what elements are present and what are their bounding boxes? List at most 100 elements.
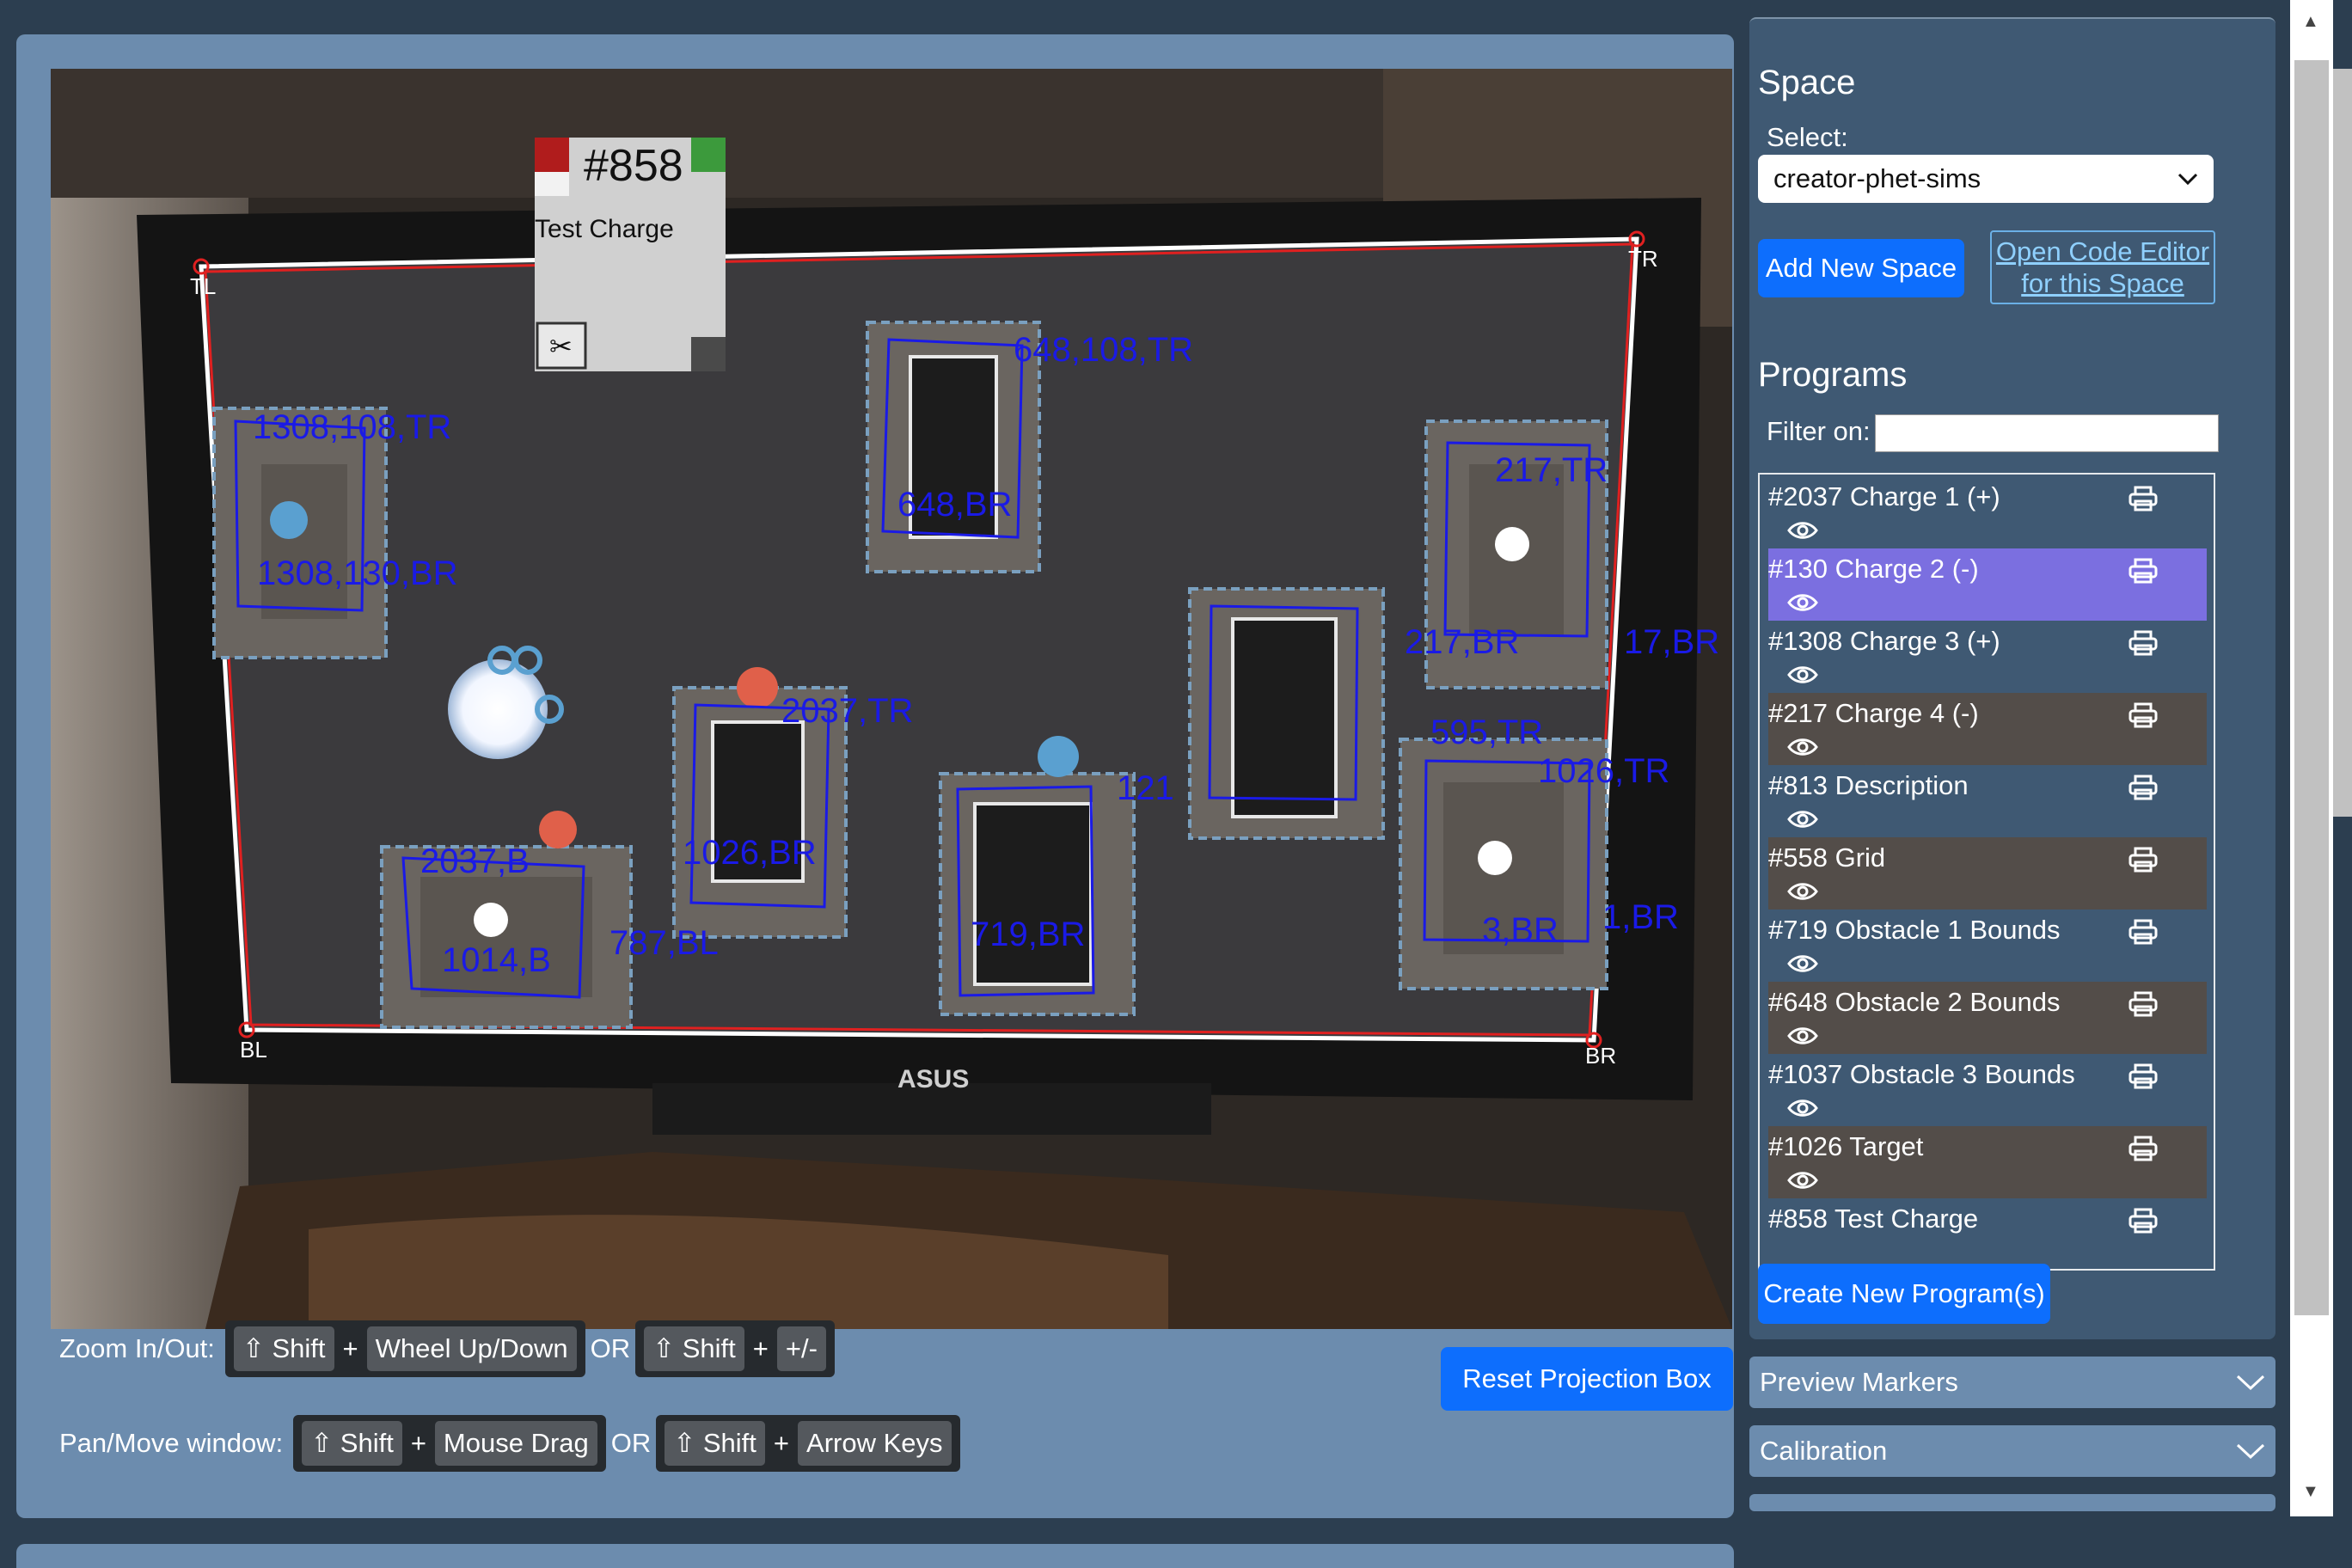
scroll-down-arrow-icon[interactable]: ▼	[2302, 1482, 2319, 1502]
code-editor-link-line1: Open Code Editor	[1995, 236, 2210, 266]
chevron-down-icon	[2177, 173, 2198, 186]
accordion-calibration[interactable]: Calibration	[1749, 1425, 2275, 1477]
overlay-label: 2037,TR	[781, 692, 913, 730]
overlay-label: 217,TR	[1495, 451, 1608, 489]
overlay-label: 1308,108,TR	[253, 408, 451, 446]
or-text: OR	[610, 1428, 652, 1458]
overlay-label: 2037,B	[420, 842, 530, 880]
scroll-up-arrow-icon[interactable]: ▲	[2302, 12, 2319, 32]
overlay-label: 787,BL	[609, 924, 719, 962]
program-row-selected[interactable]: #130 Charge 2 (-)	[1768, 548, 2207, 621]
page-scrollbar-thumb[interactable]	[2333, 69, 2352, 817]
printer-icon[interactable]	[2128, 629, 2159, 657]
accordion-preview-markers[interactable]: Preview Markers	[1749, 1357, 2275, 1408]
program-name: #1308 Charge 3 (+)	[1768, 626, 2000, 656]
overlay-label: 1026,TR	[1538, 752, 1669, 790]
printer-icon[interactable]	[2128, 1135, 2159, 1162]
program-row[interactable]: #1026 Target	[1768, 1126, 2207, 1198]
program-name: #858 Test Charge	[1768, 1204, 1979, 1234]
reset-projection-box-button[interactable]: Reset Projection Box	[1441, 1347, 1733, 1411]
overlay-label: 1014,B	[442, 941, 551, 979]
zoom-shortcut-2: ⇧ Shift + +/-	[635, 1320, 835, 1377]
pan-help-label: Pan/Move window:	[59, 1428, 284, 1458]
program-row[interactable]: #813 Description	[1768, 765, 2207, 837]
overlay-label: 17,BR	[1624, 623, 1719, 661]
program-name: #2037 Charge 1 (+)	[1768, 481, 2000, 511]
eye-icon[interactable]	[1787, 664, 1818, 686]
corner-label-tl: TL	[190, 273, 216, 299]
printer-icon[interactable]	[2128, 557, 2159, 585]
program-card-name: Test Charge	[535, 215, 674, 243]
pan-help-row: Pan/Move window: ⇧ Shift + Mouse Drag OR…	[59, 1415, 960, 1472]
eye-icon[interactable]	[1787, 1097, 1818, 1119]
add-new-space-button[interactable]: Add New Space	[1758, 239, 1964, 297]
create-new-program-button[interactable]: Create New Program(s)	[1758, 1264, 2050, 1324]
program-row[interactable]: #217 Charge 4 (-)	[1768, 693, 2207, 765]
program-name: #648 Obstacle 2 Bounds	[1768, 987, 2061, 1017]
programs-list: #2037 Charge 1 (+) #130 Charge 2 (-) #13…	[1758, 473, 2215, 1271]
program-row[interactable]: #558 Grid	[1768, 837, 2207, 910]
plus-sign: +	[410, 1428, 426, 1458]
overlay-label: 595,TR	[1430, 714, 1543, 751]
program-row[interactable]: #719 Obstacle 1 Bounds	[1768, 910, 2207, 982]
program-row[interactable]: #2037 Charge 1 (+)	[1768, 476, 2207, 548]
printer-icon[interactable]	[2128, 701, 2159, 729]
program-name: #813 Description	[1768, 770, 1969, 800]
program-name: #558 Grid	[1768, 842, 1886, 873]
overlay-label: 3,BR	[1482, 911, 1559, 949]
eye-icon[interactable]	[1787, 591, 1818, 614]
overlay-label: 719,BR	[971, 916, 1085, 953]
program-row[interactable]: #858 Test Charge	[1768, 1198, 2207, 1267]
printer-icon[interactable]	[2128, 485, 2159, 512]
program-name: #217 Charge 4 (-)	[1768, 698, 1979, 728]
printer-icon[interactable]	[2128, 774, 2159, 801]
camera-panel: ASUS TL TR BL BR 1308,108,TR 1308,130,BR…	[16, 34, 1734, 1518]
chevron-down-icon	[2236, 1375, 2265, 1391]
eye-icon[interactable]	[1787, 952, 1818, 975]
corner-label-tr: TR	[1628, 246, 1658, 272]
shift-key: ⇧ Shift	[665, 1421, 765, 1466]
monitor-brand: ASUS	[897, 1065, 969, 1093]
plus-sign: +	[773, 1428, 790, 1458]
overlay-label: 1,BR	[1602, 898, 1679, 936]
filter-input[interactable]	[1875, 414, 2219, 452]
program-row[interactable]: #1308 Charge 3 (+)	[1768, 621, 2207, 693]
chevron-down-icon	[2236, 1443, 2265, 1460]
program-row[interactable]: #648 Obstacle 2 Bounds	[1768, 982, 2207, 1054]
printer-icon[interactable]	[2128, 846, 2159, 873]
space-select[interactable]: creator-phet-sims	[1758, 155, 2214, 203]
camera-feed[interactable]: ASUS TL TR BL BR 1308,108,TR 1308,130,BR…	[51, 69, 1732, 1329]
accordion-label: Calibration	[1760, 1436, 1888, 1466]
printer-icon[interactable]	[2128, 990, 2159, 1018]
eye-icon[interactable]	[1787, 1169, 1818, 1191]
program-row[interactable]: #1037 Obstacle 3 Bounds	[1768, 1054, 2207, 1126]
eye-icon[interactable]	[1787, 519, 1818, 542]
code-editor-link-line2: for this Space	[2021, 268, 2184, 298]
printer-icon[interactable]	[2128, 1207, 2159, 1234]
plus-sign: +	[752, 1333, 769, 1363]
space-select-value: creator-phet-sims	[1773, 163, 1981, 193]
open-code-editor-link[interactable]: Open Code Editor for this Space	[1990, 230, 2215, 304]
corner-label-br: BR	[1585, 1043, 1616, 1069]
program-name: #719 Obstacle 1 Bounds	[1768, 915, 2061, 945]
projected-charge-circle	[448, 659, 548, 759]
eye-icon[interactable]	[1787, 1025, 1818, 1047]
shift-key: ⇧ Shift	[302, 1421, 402, 1466]
program-name: #1037 Obstacle 3 Bounds	[1768, 1059, 2075, 1089]
eye-icon[interactable]	[1787, 880, 1818, 903]
overlay-label: 648,108,TR	[1014, 331, 1193, 369]
printer-icon[interactable]	[2128, 918, 2159, 946]
select-label: Select:	[1767, 122, 1848, 152]
program-card-858[interactable]: #858 Test Charge ✂	[535, 138, 726, 371]
wheel-key: Wheel Up/Down	[366, 1326, 577, 1371]
lower-panel	[16, 1544, 1734, 1568]
overlay-label: 1308,130,BR	[257, 554, 458, 592]
filter-label: Filter on:	[1767, 416, 1871, 446]
eye-icon[interactable]	[1787, 736, 1818, 758]
sidebar-scrollbar-thumb[interactable]	[2294, 60, 2329, 1315]
program-card-id: #858	[584, 141, 683, 191]
accordion-partial[interactable]	[1749, 1494, 2275, 1511]
eye-icon[interactable]	[1787, 808, 1818, 830]
pan-shortcut-1: ⇧ Shift + Mouse Drag	[293, 1415, 606, 1472]
printer-icon[interactable]	[2128, 1063, 2159, 1090]
